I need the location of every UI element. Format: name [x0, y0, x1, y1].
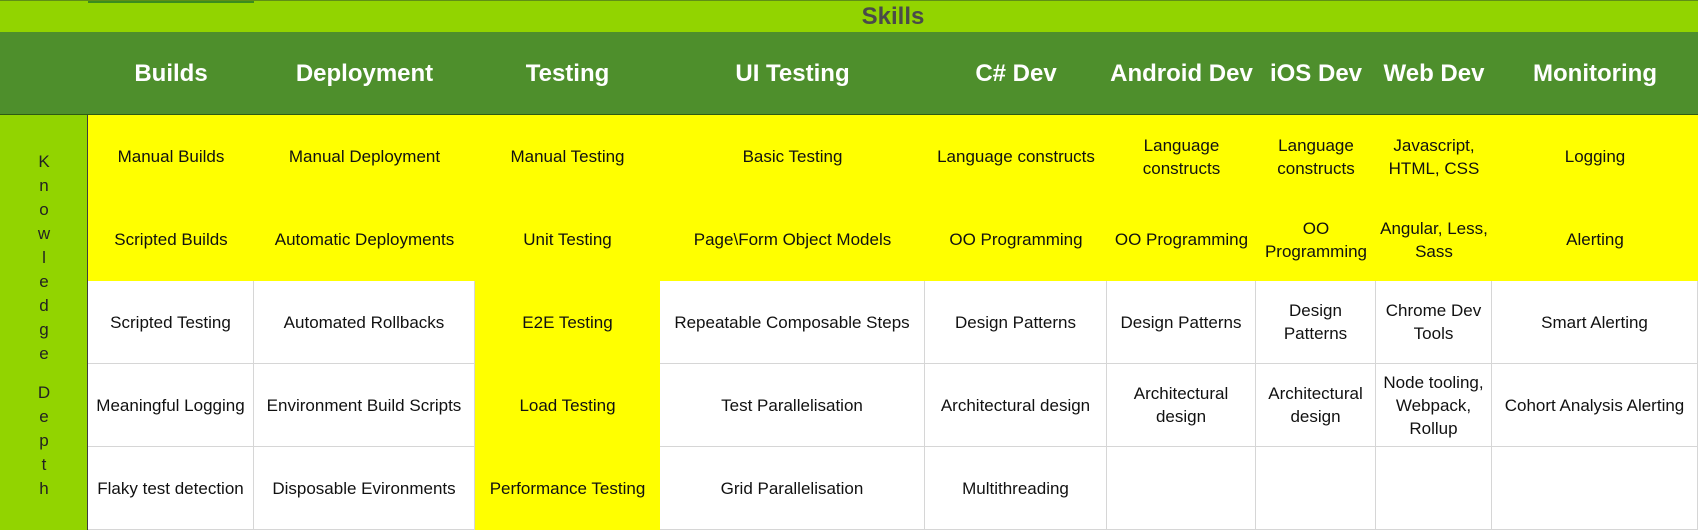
column-header: UI Testing — [735, 59, 850, 87]
skill-cell[interactable]: Language constructs — [1256, 115, 1376, 198]
skill-cell[interactable] — [1256, 447, 1376, 530]
skill-cell[interactable]: Angular, Less, Sass — [1376, 198, 1492, 281]
skill-cell[interactable]: Grid Parallelisation — [660, 447, 925, 530]
skill-cell[interactable] — [1492, 447, 1698, 530]
column-header: Builds — [134, 59, 208, 87]
skill-cell[interactable]: Page\Form Object Models — [660, 198, 925, 281]
skills-matrix: Skills Builds Deployment Testing UI Testing… — [0, 0, 1698, 530]
skill-cell[interactable]: Load Testing — [475, 364, 660, 447]
skill-cell[interactable]: Test Parallelisation — [660, 364, 925, 447]
skill-cell[interactable]: Meaningful Logging — [88, 364, 254, 447]
sheet-title: Skills — [861, 3, 925, 30]
skill-cell[interactable]: E2E Testing — [475, 281, 660, 364]
side-label-letter: g — [39, 320, 49, 339]
column-header: Monitoring — [1533, 59, 1657, 87]
skill-cell[interactable]: Multithreading — [925, 447, 1107, 530]
skill-cell[interactable]: Repeatable Composable Steps — [660, 281, 925, 364]
column-header-row: Builds Deployment Testing UI Testing C# Dev A… — [0, 32, 1698, 115]
skill-cell[interactable]: Logging — [1492, 115, 1698, 198]
skill-cell[interactable]: Cohort Analysis Alerting — [1492, 364, 1698, 447]
skill-cell[interactable]: Manual Builds — [88, 115, 254, 198]
column-header: C# Dev — [975, 59, 1057, 87]
side-label-letter: d — [39, 296, 49, 315]
skill-cell[interactable]: Basic Testing — [660, 115, 925, 198]
skill-cell[interactable]: OO Programming — [1256, 198, 1376, 281]
skill-cell[interactable]: Architectural design — [925, 364, 1107, 447]
side-label-letter: l — [42, 248, 46, 267]
skills-grid: Manual Builds Manual Deployment Manual Tes… — [88, 115, 1698, 530]
column-header: Web Dev — [1383, 59, 1485, 87]
skill-cell[interactable]: Chrome Dev Tools — [1376, 281, 1492, 364]
knowledge-depth-label: KnowledgeDepth — [0, 115, 88, 530]
skill-cell[interactable]: Scripted Builds — [88, 198, 254, 281]
skill-cell[interactable]: Design Patterns — [1107, 281, 1256, 364]
column-header: Android Dev — [1110, 59, 1253, 87]
skill-cell[interactable]: OO Programming — [1107, 198, 1256, 281]
column-header: Testing — [525, 59, 610, 87]
skill-cell[interactable]: Alerting — [1492, 198, 1698, 281]
side-label-letter: e — [39, 272, 49, 291]
side-label-letter: t — [41, 455, 47, 474]
title-band: Skills — [0, 0, 1698, 32]
side-label-letter: o — [39, 200, 49, 219]
skill-cell[interactable]: Unit Testing — [475, 198, 660, 281]
skill-cell[interactable]: Manual Testing — [475, 115, 660, 198]
skill-cell[interactable]: Flaky test detection — [88, 447, 254, 530]
skill-cell[interactable]: Javascript, HTML, CSS — [1376, 115, 1492, 198]
skill-cell[interactable]: Disposable Evironments — [254, 447, 475, 530]
side-label-letter: D — [37, 383, 51, 402]
skill-cell[interactable]: Performance Testing — [475, 447, 660, 530]
side-label-letter: K — [38, 152, 50, 171]
side-label-letter: p — [39, 431, 49, 450]
skill-cell[interactable]: Design Patterns — [925, 281, 1107, 364]
skill-cell[interactable]: Automated Rollbacks — [254, 281, 475, 364]
skill-cell[interactable]: Design Patterns — [1256, 281, 1376, 364]
side-label-letter: w — [37, 224, 51, 243]
skill-cell[interactable]: OO Programming — [925, 198, 1107, 281]
side-label-letter: n — [39, 176, 49, 195]
skill-cell[interactable] — [1107, 447, 1256, 530]
column-header: Deployment — [295, 59, 434, 87]
side-label-letter: h — [39, 479, 49, 498]
skill-cell[interactable]: Architectural design — [1107, 364, 1256, 447]
skill-cell[interactable]: Architectural design — [1256, 364, 1376, 447]
column-header: iOS Dev — [1269, 59, 1363, 87]
skill-cell[interactable]: Smart Alerting — [1492, 281, 1698, 364]
side-label-letter: e — [39, 407, 49, 426]
skill-cell[interactable]: Node tooling, Webpack, Rollup — [1376, 364, 1492, 447]
skill-cell[interactable] — [1376, 447, 1492, 530]
side-label-letter: e — [39, 344, 49, 363]
skill-cell[interactable]: Language constructs — [1107, 115, 1256, 198]
skill-cell[interactable]: Scripted Testing — [88, 281, 254, 364]
skill-cell[interactable]: Language constructs — [925, 115, 1107, 198]
skill-cell[interactable]: Environment Build Scripts — [254, 364, 475, 447]
skill-cell[interactable]: Manual Deployment — [254, 115, 475, 198]
skill-cell[interactable]: Automatic Deployments — [254, 198, 475, 281]
